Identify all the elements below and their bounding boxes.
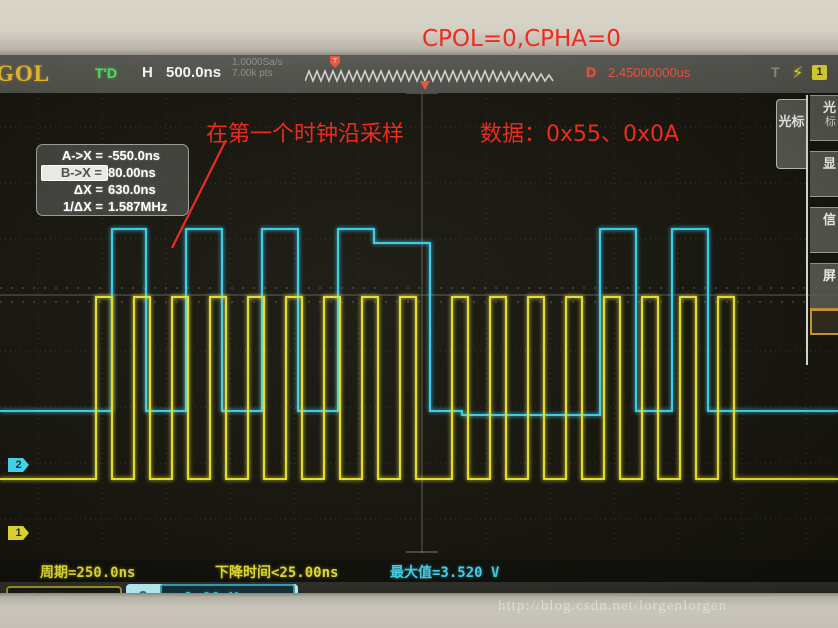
cursor-row-delta[interactable]: ΔX = 630.0ns [37, 181, 188, 198]
trigger-position-marker-icon: T [330, 56, 340, 68]
channel-2-inner: ≡ 1.00 V [160, 584, 295, 593]
trigger-source-badge[interactable]: 1 [812, 65, 827, 80]
menu-item-3-label: 屏 [822, 268, 836, 283]
cursor-row-b[interactable]: B->X = 80.00ns [37, 164, 188, 181]
run-state-indicator: T'D [95, 65, 117, 81]
channel-1-tile[interactable]: ≡ 1.00 V [6, 586, 122, 593]
delay-value[interactable]: 2.45000000us [608, 65, 690, 80]
menu-item-display[interactable]: 显 [810, 151, 838, 197]
menu-item-cursor-mode[interactable]: 光 标 [810, 95, 838, 141]
channel-2-number: 2 [126, 589, 160, 593]
menu-item-2-label: 信 [822, 212, 836, 227]
annotation-pointer-line [171, 140, 227, 249]
menu-item-screen[interactable]: 屏 [810, 263, 838, 309]
sample-rate-info: 1.0000Sa/s 7.00k pts [232, 57, 283, 79]
watermark: http://blog.csdn.net/lorgenlorgen [498, 598, 728, 614]
channel-1-scale: 1.00 V [30, 591, 84, 593]
bolt-icon: ⚡ [792, 65, 804, 82]
timebase-value[interactable]: 500.0ns [166, 64, 221, 81]
monitor-bezel-top [0, 0, 838, 56]
annotation-title: CPOL=0,CPHA=0 [422, 26, 621, 52]
measurement-period[interactable]: 周期=250.0ns [40, 562, 135, 582]
cursor-delta-label: ΔX = [73, 182, 103, 197]
menu-item-source[interactable]: 信 [810, 207, 838, 253]
measurement-maximum[interactable]: 最大值=3.520 V [390, 562, 499, 582]
cursor-b-label[interactable]: B->X = [41, 164, 108, 181]
oscilloscope-screen: IGOL T'D H 500.0ns 1.0000Sa/s 7.00k pts … [0, 55, 838, 593]
waveform-overview-icon [305, 68, 554, 84]
menu-item-0-label: 光 [822, 100, 836, 115]
memory-depth-value: 7.00k pts [232, 68, 273, 79]
dc-coupling-icon: ≡ [162, 591, 184, 593]
measurement-fall-time[interactable]: 下降时间<25.00ns [215, 562, 338, 582]
svg-text:T: T [333, 58, 338, 65]
menu-item-highlighted[interactable] [810, 309, 838, 335]
menu-title-cursor: 光标 [776, 99, 806, 169]
annotation-sample-edge: 在第一个时钟沿采样 [206, 122, 405, 147]
delay-label: D [586, 64, 597, 80]
channel-2-tile[interactable]: 2 ≡ 1.00 V [126, 584, 298, 593]
photo-background: IGOL T'D H 500.0ns 1.0000Sa/s 7.00k pts … [0, 0, 838, 628]
cursor-a-label: A->X = [61, 148, 103, 163]
horizontal-label: H [142, 64, 153, 81]
cursor-menu-panel[interactable]: 光标 光 标 显 信 屏 [776, 95, 838, 375]
channel-2-scale: 1.00 V [184, 589, 238, 593]
channel-status-bar: ≡ 1.00 V 2 ≡ 1.00 V [0, 582, 838, 593]
rigol-logo: IGOL [0, 61, 51, 86]
cursor-row-freq[interactable]: 1/ΔX = 1.587MHz [37, 198, 188, 215]
sample-rate-value: 1.0000Sa/s [232, 57, 283, 68]
menu-item-1-label: 显 [822, 156, 836, 171]
trigger-delay-marker-icon [420, 81, 430, 90]
annotation-data-bytes: 数据：0x55、0x0A [480, 122, 680, 147]
menu-items-column: 光 标 显 信 屏 [806, 95, 838, 365]
cursor-measurement-box[interactable]: A->X = -550.0ns B->X = 80.00ns ΔX = 630.… [36, 144, 189, 216]
cursor-row-a[interactable]: A->X = -550.0ns [37, 147, 188, 164]
measurement-results-bar: 周期=250.0ns 下降时间<25.00ns 最大值=3.520 V [0, 560, 838, 582]
status-top-bar: IGOL T'D H 500.0ns 1.0000Sa/s 7.00k pts … [0, 55, 838, 93]
trigger-letter-label: T [771, 64, 780, 80]
menu-item-0-sub: 标 [825, 116, 836, 128]
waveform-grid-area[interactable]: A->X = -550.0ns B->X = 80.00ns ΔX = 630.… [0, 93, 838, 553]
cursor-freq-label: 1/ΔX = [62, 199, 103, 214]
